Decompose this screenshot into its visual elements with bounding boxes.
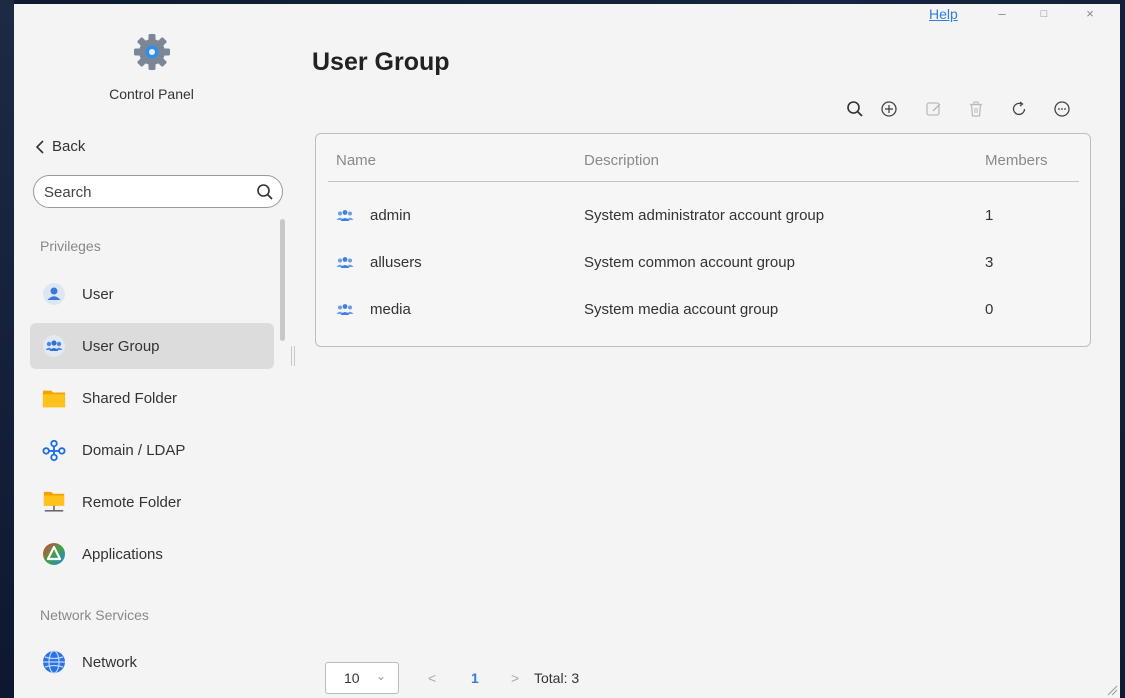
- sidebar-scrollbar[interactable]: [280, 219, 285, 341]
- cell-members: 0: [985, 301, 994, 318]
- column-header-members[interactable]: Members: [985, 152, 1048, 169]
- back-label: Back: [52, 138, 86, 155]
- column-header-description[interactable]: Description: [584, 152, 659, 169]
- sidebar-item-label: Network: [82, 653, 138, 671]
- resize-grip-icon[interactable]: [1106, 684, 1118, 696]
- column-header-name[interactable]: Name: [336, 152, 376, 169]
- cell-description: System administrator account group: [584, 207, 825, 224]
- sidebar-item-label: Applications: [82, 545, 163, 563]
- section-privileges: Privileges: [40, 238, 101, 254]
- remote-folder-icon: [42, 490, 66, 514]
- refresh-icon[interactable]: [1008, 98, 1030, 120]
- cell-name: media: [370, 301, 411, 318]
- domain-icon: [42, 438, 66, 462]
- sidebar-item-user-group[interactable]: User Group: [30, 323, 274, 369]
- applications-icon: [42, 542, 66, 566]
- sidebar-item-domain-ldap[interactable]: Domain / LDAP: [30, 427, 274, 473]
- network-globe-icon: [42, 650, 66, 674]
- cell-name: allusers: [370, 254, 422, 271]
- user-group-icon: [336, 257, 354, 268]
- cell-members: 1: [985, 207, 994, 224]
- page-title: User Group: [312, 48, 450, 76]
- sidebar-search: [33, 175, 283, 208]
- sidebar-item-label: User: [82, 285, 114, 303]
- sidebar-item-label: Remote Folder: [82, 493, 182, 511]
- search-icon[interactable]: [256, 183, 274, 201]
- gear-icon: [134, 34, 170, 70]
- sidebar-item-label: User Group: [82, 337, 160, 355]
- user-group-icon: [336, 210, 354, 221]
- table-row[interactable]: admin System administrator account group…: [316, 197, 1092, 237]
- cell-name: admin: [370, 207, 411, 224]
- cell-members: 3: [985, 254, 994, 271]
- add-icon[interactable]: [878, 98, 900, 120]
- cell-description: System common account group: [584, 254, 795, 271]
- user-group-table: Name Description Members admin System ad…: [315, 133, 1091, 347]
- sidebar-item-network[interactable]: Network: [30, 639, 274, 685]
- more-icon[interactable]: [1051, 98, 1073, 120]
- table-row[interactable]: allusers System common account group 3: [316, 244, 1092, 284]
- user-icon: [42, 282, 66, 306]
- minimize-button[interactable]: –: [992, 4, 1012, 24]
- help-link[interactable]: Help: [929, 6, 958, 22]
- user-group-icon: [336, 304, 354, 315]
- search-icon[interactable]: [844, 98, 866, 120]
- user-group-icon: [42, 334, 66, 358]
- cell-description: System media account group: [584, 301, 779, 318]
- page-size-select[interactable]: 10 ⌄: [325, 662, 399, 694]
- sidebar-item-label: Shared Folder: [82, 389, 178, 407]
- sidebar-item-user[interactable]: User: [30, 271, 274, 317]
- folder-icon: [42, 386, 66, 410]
- sidebar-item-shared-folder[interactable]: Shared Folder: [30, 375, 274, 421]
- back-button[interactable]: Back: [34, 138, 85, 155]
- search-input[interactable]: [44, 182, 244, 202]
- table-row[interactable]: media System media account group 0: [316, 291, 1092, 331]
- edit-icon[interactable]: [923, 98, 945, 120]
- desktop-background: [0, 0, 14, 698]
- page-size-value: 10: [344, 670, 360, 686]
- current-page[interactable]: 1: [471, 670, 479, 686]
- next-page-button[interactable]: >: [511, 670, 519, 686]
- prev-page-button[interactable]: <: [428, 670, 436, 686]
- chevron-left-icon: [35, 139, 44, 154]
- chevron-down-icon: ⌄: [376, 669, 387, 683]
- sidebar: Control Panel Back Privileges: [14, 4, 289, 698]
- app-title: Control Panel: [109, 86, 194, 102]
- header-divider: [328, 181, 1079, 182]
- sidebar-item-remote-folder[interactable]: Remote Folder: [30, 479, 274, 525]
- sidebar-item-applications[interactable]: Applications: [30, 531, 274, 577]
- panel-splitter[interactable]: [291, 346, 295, 366]
- maximize-button[interactable]: □: [1034, 4, 1054, 24]
- control-panel-window: Help – □ × Control Panel Back Search Pri…: [14, 4, 1120, 698]
- close-button[interactable]: ×: [1080, 4, 1100, 24]
- section-network-services: Network Services: [40, 607, 149, 623]
- delete-icon[interactable]: [965, 98, 987, 120]
- total-count: Total: 3: [534, 670, 580, 686]
- sidebar-item-label: Domain / LDAP: [82, 441, 186, 459]
